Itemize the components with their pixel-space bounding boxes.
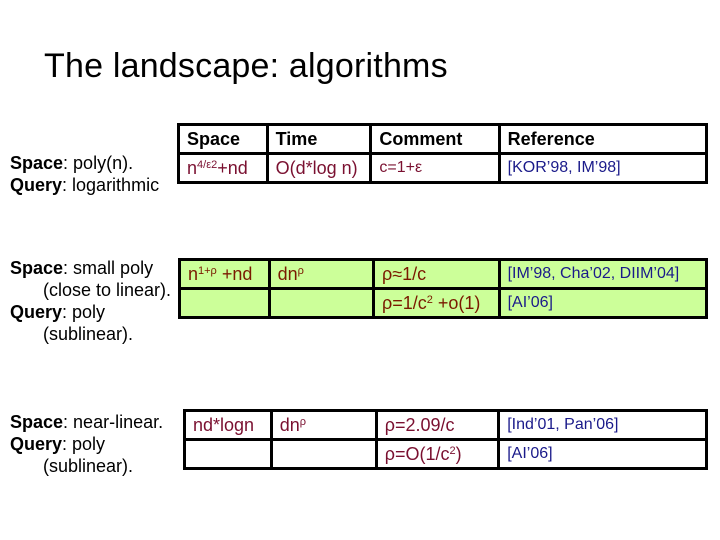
query-detail-line: (sublinear). [43,456,134,476]
section-3-description: Space: near-linear. Query: poly (subline… [10,411,163,477]
space-detail-line: (close to linear). [43,280,172,300]
cell-time: O(d*log n) [265,152,373,184]
header-comment: Comment [369,123,501,155]
cell-space-empty [178,287,271,319]
algorithms-table-1: Space Time Comment Reference n4/ε2+nd O(… [177,123,709,184]
space-line: Space: small poly [10,258,154,278]
cell-comment: ρ=O(1/c2) [374,438,501,470]
cell-reference: [KOR’98, IM’98] [497,152,709,184]
cell-time-empty [269,438,378,470]
cell-reference: [IM’98, Cha’02, DIIM’04] [497,258,709,290]
table-row: ρ=O(1/c2) [AI’06] [183,438,708,470]
cell-reference: [AI’06] [497,438,708,470]
cell-time: dnρ [269,409,378,441]
slide-title: The landscape: algorithms [44,47,448,85]
query-line: Query: poly [10,302,106,322]
query-line: Query: poly [10,434,106,454]
section-1-description: Space: poly(n). Query: logarithmic [10,152,159,196]
cell-comment: c=1+ε [369,152,501,184]
table-row: nd*logn dnρ ρ=2.09/c [Ind’01, Pan’06] [183,409,708,441]
space-line: Space: poly(n). [10,153,134,173]
table-row: ρ=1/c2 +o(1) [AI’06] [178,287,709,319]
cell-reference: [AI’06] [497,287,709,319]
algorithms-table-2: n1+ρ +nd dnρ ρ≈1/c [IM’98, Cha’02, DIIM’… [178,258,709,319]
header-reference: Reference [497,123,709,155]
query-line: Query: logarithmic [10,175,160,195]
cell-comment: ρ≈1/c [372,258,501,290]
table-row: n1+ρ +nd dnρ ρ≈1/c [IM’98, Cha’02, DIIM’… [178,258,709,290]
cell-space-empty [183,438,273,470]
table-header-row: Space Time Comment Reference [177,123,709,155]
cell-time-empty [267,287,376,319]
space-line: Space: near-linear. [10,412,164,432]
header-time: Time [265,123,373,155]
cell-time: dnρ [267,258,376,290]
header-space: Space [177,123,269,155]
cell-space: nd*logn [183,409,273,441]
cell-comment: ρ=1/c2 +o(1) [372,287,501,319]
section-2-description: Space: small poly (close to linear). Que… [10,257,171,345]
cell-space: n4/ε2+nd [177,152,269,184]
cell-comment: ρ=2.09/c [374,409,501,441]
cell-space: n1+ρ +nd [178,258,271,290]
algorithms-table-3: nd*logn dnρ ρ=2.09/c [Ind’01, Pan’06] ρ=… [183,409,708,470]
query-detail-line: (sublinear). [43,324,134,344]
table-row: n4/ε2+nd O(d*log n) c=1+ε [KOR’98, IM’98… [177,152,709,184]
cell-reference: [Ind’01, Pan’06] [497,409,708,441]
